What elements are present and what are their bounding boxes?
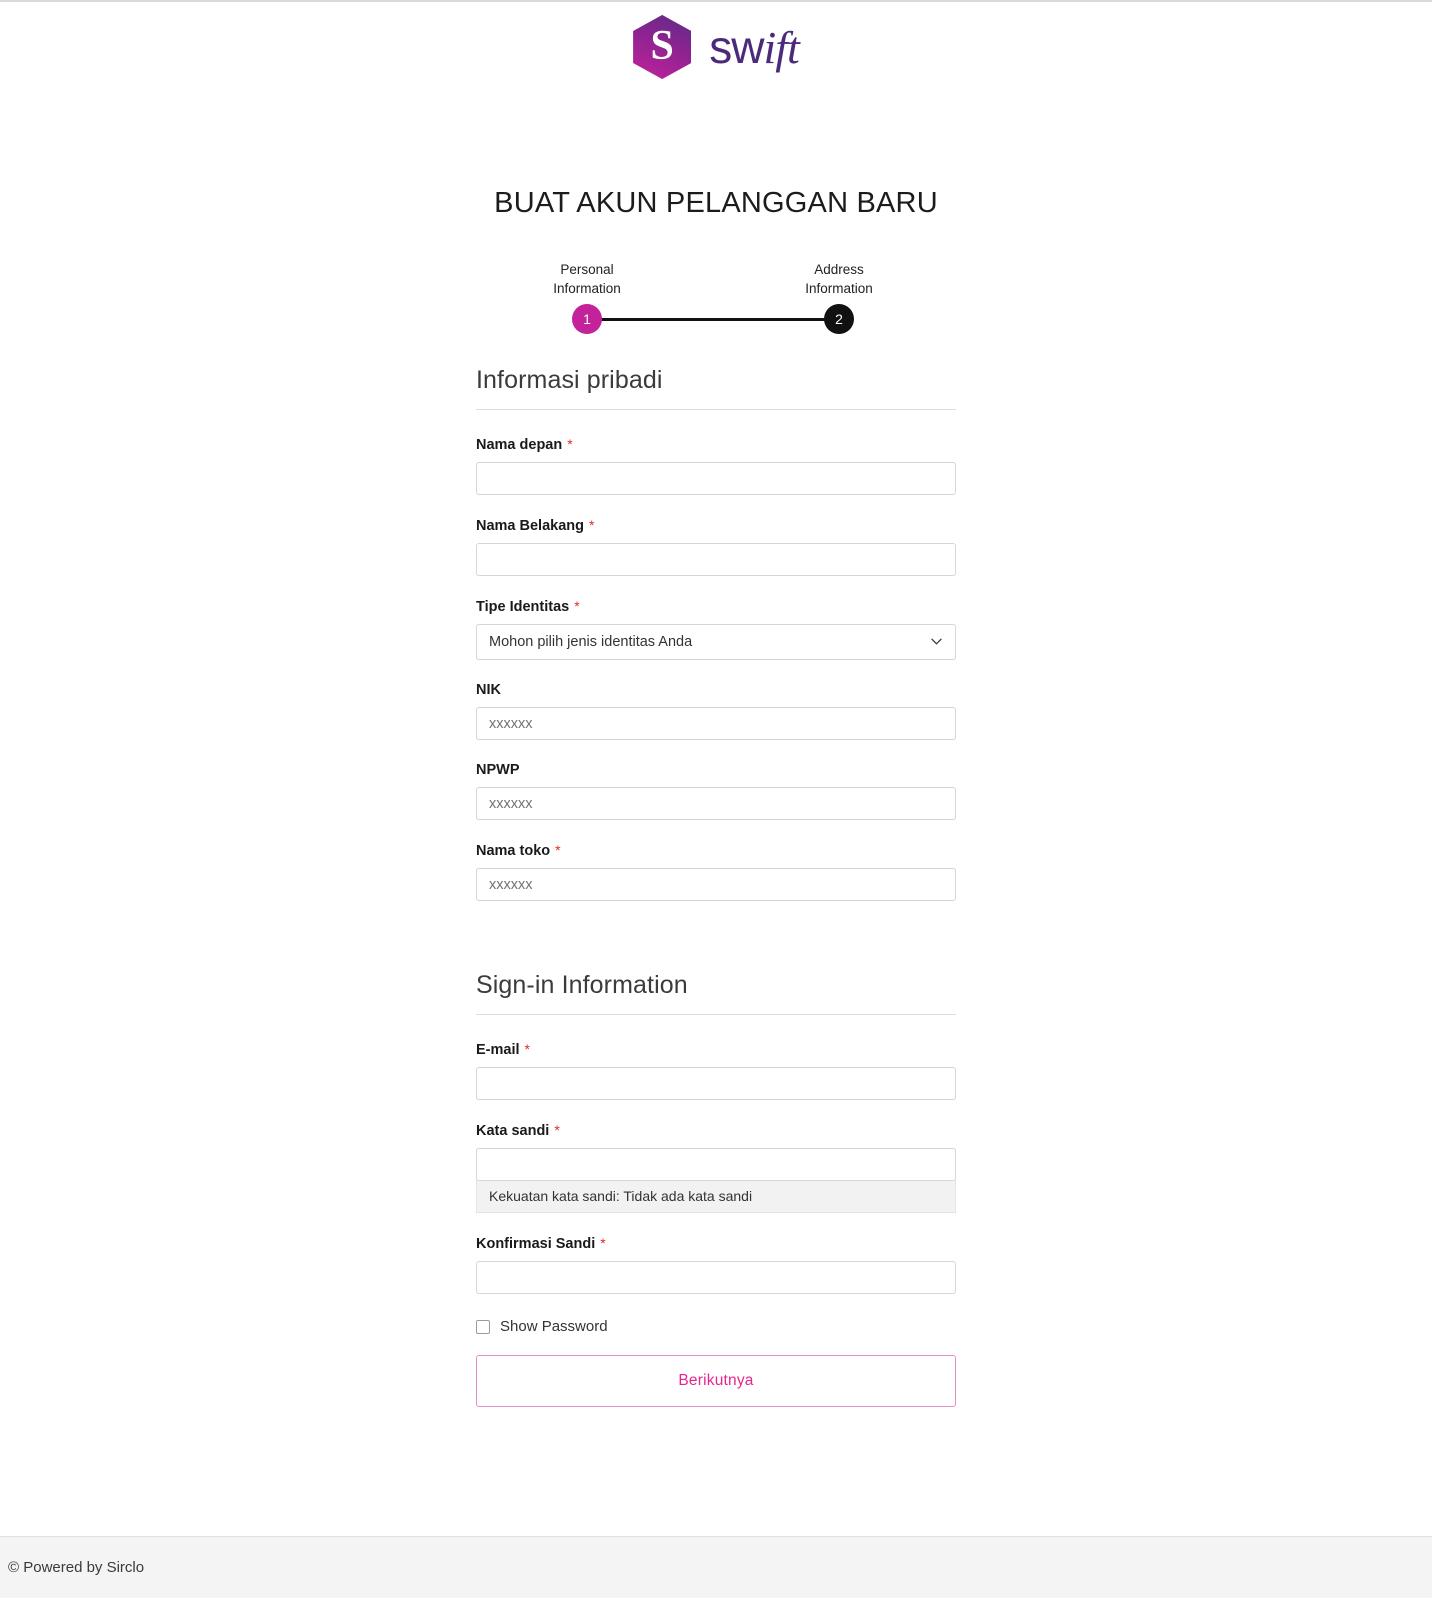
section-heading-personal: Informasi pribadi — [476, 366, 956, 410]
label-text: E-mail — [476, 1042, 520, 1058]
input-npwp[interactable] — [476, 787, 956, 820]
footer-copyright: © Powered by Sirclo — [8, 1559, 145, 1576]
input-nama-toko[interactable] — [476, 868, 956, 901]
progress-stepper: Personal Information Address Information… — [476, 254, 956, 334]
label-kata-sandi: Kata sandi * — [476, 1122, 956, 1139]
required-asterisk: * — [567, 436, 573, 452]
field-nama-belakang: Nama Belakang * — [476, 517, 956, 576]
show-password-label: Show Password — [500, 1318, 608, 1335]
label-nik: NIK — [476, 682, 956, 698]
step-personal-information: Personal Information — [512, 260, 662, 298]
brand-logo[interactable]: S sw ift — [633, 15, 800, 79]
section-heading-signin: Sign-in Information — [476, 971, 956, 1015]
field-npwp: NPWP — [476, 762, 956, 820]
site-footer: © Powered by Sirclo — [0, 1536, 1432, 1598]
label-nama-toko: Nama toko * — [476, 842, 956, 859]
label-tipe-identitas: Tipe Identitas * — [476, 598, 956, 615]
site-header: S sw ift — [0, 2, 1432, 79]
input-nik[interactable] — [476, 707, 956, 740]
swift-hexagon-logo-icon: S — [633, 15, 692, 79]
label-text: Nama depan — [476, 437, 563, 453]
page-root: S sw ift BUAT AKUN PELANGGAN BARU Persona… — [0, 0, 1432, 1536]
input-konfirmasi-sandi[interactable] — [476, 1261, 956, 1294]
input-email[interactable] — [476, 1067, 956, 1100]
required-asterisk: * — [555, 842, 561, 858]
step-label: Address Information — [805, 262, 873, 296]
brand-wordmark: sw ift — [709, 20, 800, 73]
show-password-row[interactable]: Show Password — [476, 1318, 956, 1335]
password-strength-meter: Kekuatan kata sandi: Tidak ada kata sand… — [476, 1180, 956, 1213]
logo-letter: S — [650, 23, 674, 69]
form-container: BUAT AKUN PELANGGAN BARU Personal Inform… — [476, 79, 956, 1407]
required-asterisk: * — [600, 1235, 606, 1251]
next-button[interactable]: Berikutnya — [476, 1355, 956, 1407]
show-password-checkbox[interactable] — [476, 1319, 490, 1334]
label-text: Nama toko — [476, 843, 551, 859]
field-email: E-mail * — [476, 1041, 956, 1100]
label-text: Nama Belakang — [476, 518, 584, 534]
field-nama-toko: Nama toko * — [476, 842, 956, 901]
required-asterisk: * — [574, 598, 580, 614]
input-kata-sandi[interactable] — [476, 1148, 956, 1181]
field-nama-depan: Nama depan * — [476, 436, 956, 495]
label-email: E-mail * — [476, 1041, 956, 1058]
field-nik: NIK — [476, 682, 956, 740]
select-tipe-identitas[interactable]: Mohon pilih jenis identitas Anda — [476, 624, 956, 660]
required-asterisk: * — [589, 517, 595, 533]
label-nama-belakang: Nama Belakang * — [476, 517, 956, 534]
brand-wordmark-part1: sw — [709, 20, 764, 73]
field-kata-sandi: Kata sandi * Kekuatan kata sandi: Tidak a… — [476, 1122, 956, 1213]
step-circle-2[interactable]: 2 — [824, 304, 854, 334]
label-npwp: NPWP — [476, 762, 956, 778]
required-asterisk: * — [524, 1041, 530, 1057]
required-asterisk: * — [554, 1122, 560, 1138]
field-tipe-identitas: Tipe Identitas * Mohon pilih jenis identi… — [476, 598, 956, 660]
label-text: NIK — [476, 682, 501, 698]
label-text: Konfirmasi Sandi — [476, 1236, 596, 1252]
field-konfirmasi-sandi: Konfirmasi Sandi * — [476, 1235, 956, 1294]
brand-wordmark-part2: ift — [763, 21, 799, 73]
label-text: Kata sandi — [476, 1123, 550, 1139]
label-konfirmasi-sandi: Konfirmasi Sandi * — [476, 1235, 956, 1252]
step-address-information: Address Information — [764, 260, 914, 298]
input-nama-belakang[interactable] — [476, 543, 956, 576]
label-text: Tipe Identitas — [476, 599, 570, 615]
label-text: NPWP — [476, 762, 520, 778]
step-circle-1[interactable]: 1 — [572, 304, 602, 334]
input-nama-depan[interactable] — [476, 462, 956, 495]
page-title: BUAT AKUN PELANGGAN BARU — [494, 187, 938, 219]
select-wrapper-tipe-identitas: Mohon pilih jenis identitas Anda — [476, 624, 956, 660]
stepper-connector-line — [600, 318, 826, 321]
step-label: Personal Information — [553, 262, 621, 296]
label-nama-depan: Nama depan * — [476, 436, 956, 453]
